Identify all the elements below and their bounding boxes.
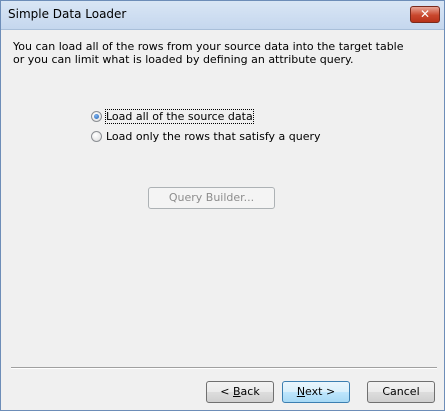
close-icon: ✕ <box>419 7 431 21</box>
description-line-1: You can load all of the rows from your s… <box>13 40 404 53</box>
radio-load-all-button[interactable] <box>91 110 102 122</box>
query-builder-button[interactable]: Query Builder... <box>148 187 275 209</box>
title-bar[interactable]: Simple Data Loader ✕ <box>1 1 444 30</box>
radio-load-all-label[interactable]: Load all of the source data <box>105 108 254 124</box>
back-button[interactable]: < Back <box>206 381 274 403</box>
dialog-body: You can load all of the rows from your s… <box>1 30 444 410</box>
close-button[interactable]: ✕ <box>410 6 440 23</box>
radio-load-query[interactable]: Load only the rows that satisfy a query <box>91 128 321 144</box>
description-text: You can load all of the rows from your s… <box>13 40 433 66</box>
radio-load-query-button[interactable] <box>91 130 102 142</box>
radio-load-query-label[interactable]: Load only the rows that satisfy a query <box>106 130 321 143</box>
window-title: Simple Data Loader <box>8 7 127 21</box>
radio-load-all[interactable]: Load all of the source data <box>91 108 254 124</box>
footer-separator <box>11 367 437 369</box>
next-button[interactable]: Next > <box>282 381 350 403</box>
dialog-window: Simple Data Loader ✕ You can load all of… <box>0 0 445 411</box>
description-line-2: or you can limit what is loaded by defin… <box>13 53 354 66</box>
cancel-button[interactable]: Cancel <box>367 381 435 403</box>
